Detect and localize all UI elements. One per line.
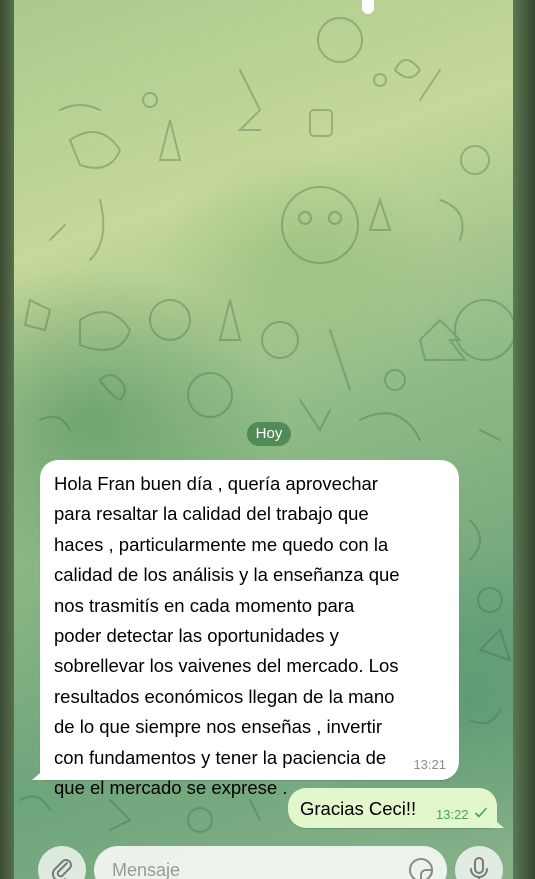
incoming-message-bubble[interactable]: Hola Fran buen día , quería aprovechar p… <box>32 460 459 798</box>
outgoing-message-bubble[interactable]: Gracias Ceci!! 13:22 <box>288 788 504 828</box>
bubble-tail <box>490 816 504 828</box>
status-indicator <box>362 0 374 14</box>
message-input-container[interactable] <box>94 846 447 879</box>
sticker-icon[interactable] <box>407 856 435 879</box>
message-time: 13:22 <box>436 807 469 822</box>
date-separator: Hoy <box>247 422 291 446</box>
message-time: 13:21 <box>413 757 446 772</box>
microphone-icon <box>470 857 488 879</box>
message-text: Gracias Ceci!! <box>300 798 417 819</box>
chat-screen: Hoy Hola Fran buen día , quería aprovech… <box>0 0 535 879</box>
message-input[interactable] <box>110 859 401 879</box>
right-edge-shadow <box>513 0 535 879</box>
message-text: Hola Fran buen día , quería aprovechar p… <box>54 473 400 799</box>
paperclip-icon <box>51 859 72 879</box>
single-check-icon <box>475 807 487 818</box>
left-edge-shadow <box>0 0 14 879</box>
bubble-tail <box>32 768 46 780</box>
